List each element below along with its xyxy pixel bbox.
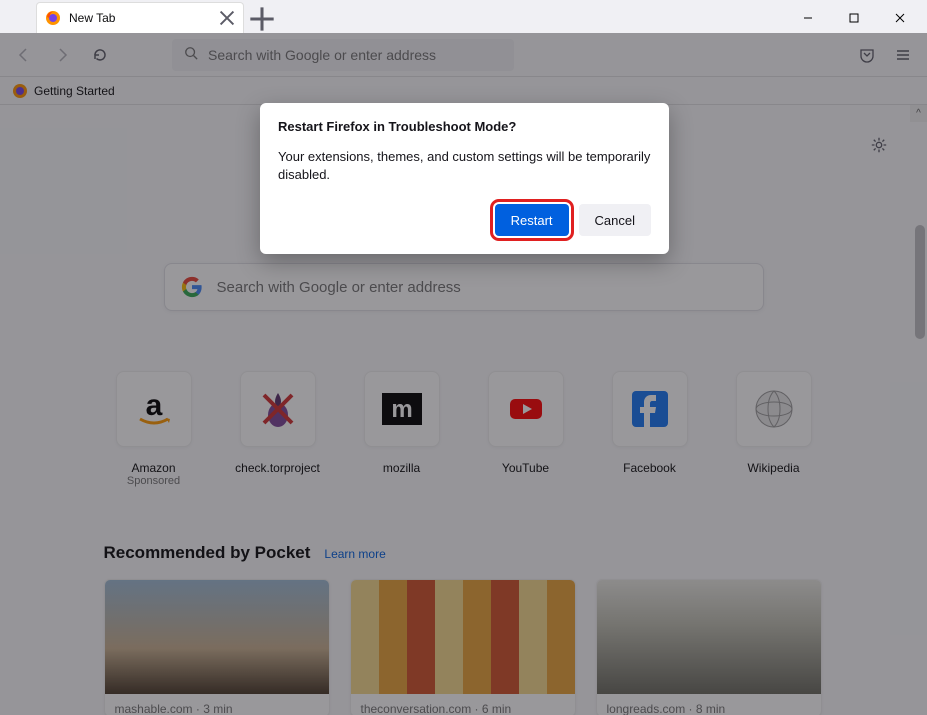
window-close-button[interactable] — [877, 3, 923, 33]
new-tab-button[interactable] — [248, 5, 276, 33]
window-minimize-button[interactable] — [785, 3, 831, 33]
tab-title: New Tab — [69, 11, 211, 25]
dialog-actions: Restart Cancel — [278, 204, 651, 236]
dialog-title: Restart Firefox in Troubleshoot Mode? — [278, 119, 651, 134]
title-bar: New Tab — [0, 0, 927, 33]
troubleshoot-dialog: Restart Firefox in Troubleshoot Mode? Yo… — [260, 103, 669, 254]
window-maximize-button[interactable] — [831, 3, 877, 33]
tab-new-tab[interactable]: New Tab — [36, 2, 244, 33]
restart-button[interactable]: Restart — [495, 204, 569, 236]
firefox-icon — [45, 10, 61, 26]
window-controls — [785, 3, 923, 33]
tab-close-button[interactable] — [219, 10, 235, 26]
browser-window: New Tab — [0, 0, 927, 715]
dialog-body: Your extensions, themes, and custom sett… — [278, 148, 651, 184]
cancel-button[interactable]: Cancel — [579, 204, 651, 236]
